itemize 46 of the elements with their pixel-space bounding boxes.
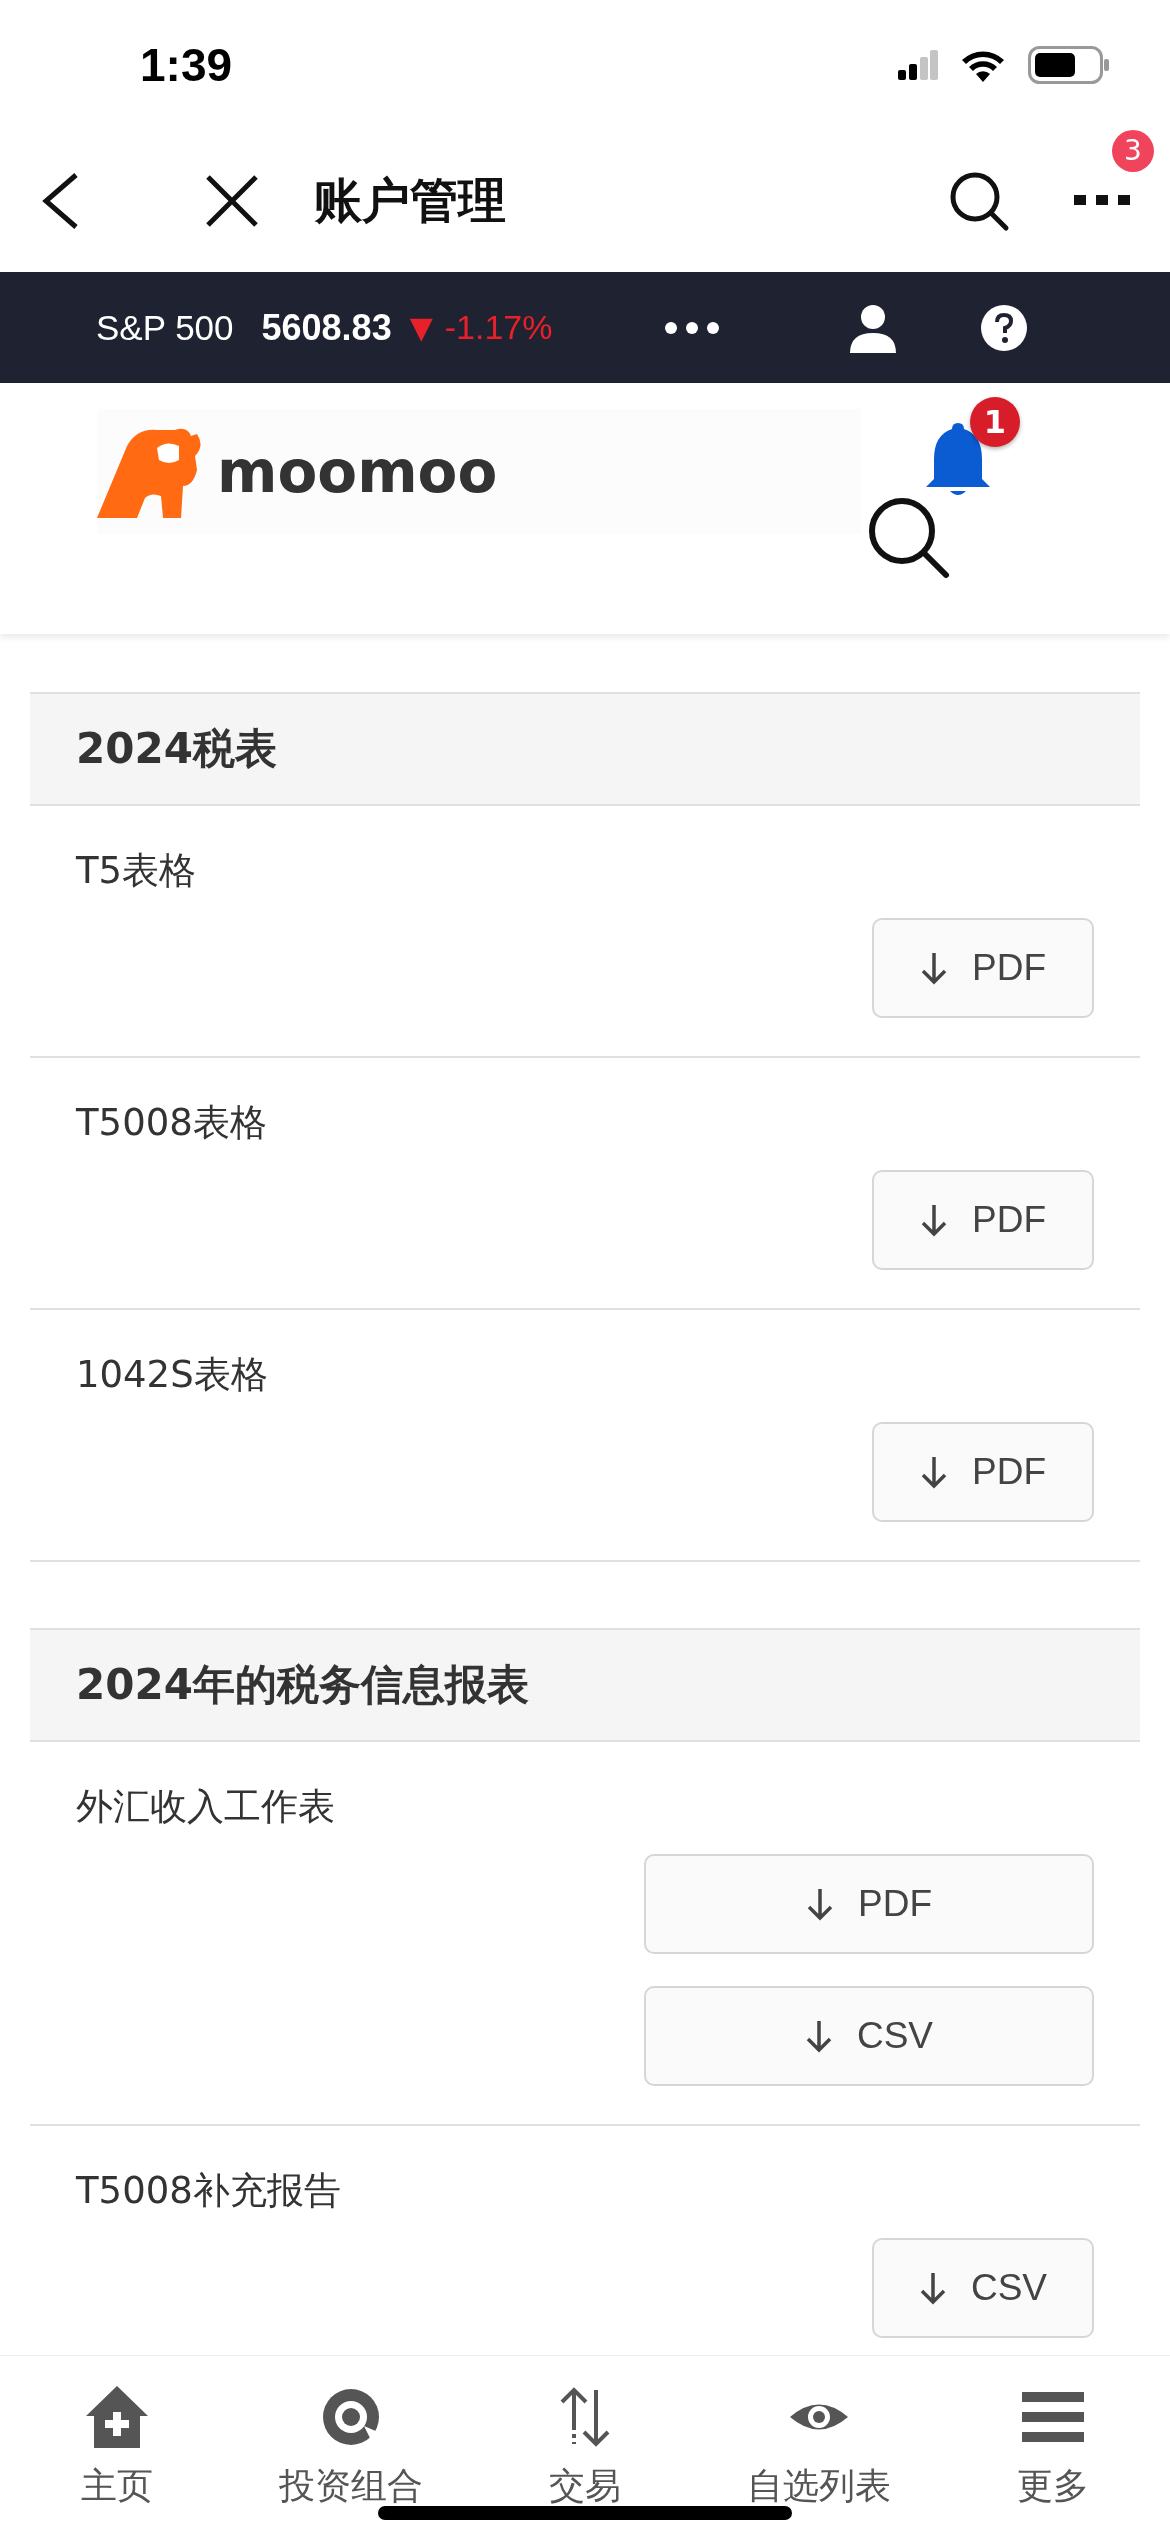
tab-item[interactable]: 投资组合 — [234, 2386, 468, 2532]
index-name: S&P 500 — [96, 307, 234, 348]
page-title: 账户管理 — [314, 171, 506, 230]
download-icon — [806, 1887, 834, 1921]
search-icon[interactable] — [866, 495, 952, 581]
document-label: T5008补充报告 — [76, 2168, 342, 2214]
wifi-icon — [960, 48, 1006, 82]
change-arrow: ▼ — [409, 310, 433, 345]
battery-icon — [1028, 46, 1110, 84]
back-icon[interactable] — [40, 172, 80, 230]
search-icon[interactable] — [948, 170, 1010, 232]
download-button[interactable]: CSV — [872, 2238, 1094, 2338]
download-button[interactable]: PDF — [872, 1422, 1094, 1522]
download-button[interactable]: PDF — [644, 1854, 1094, 1954]
portfolio-icon — [320, 2386, 382, 2448]
download-icon — [804, 2019, 833, 2053]
document-label: 外汇收入工作表 — [76, 1784, 336, 1830]
tab-item[interactable]: 更多 — [936, 2386, 1170, 2532]
more-icon[interactable] — [664, 320, 721, 335]
download-button[interactable]: PDF — [872, 918, 1094, 1018]
index-change: -1.17% — [444, 308, 553, 347]
close-icon[interactable] — [205, 174, 259, 228]
download-button[interactable]: CSV — [644, 1986, 1094, 2086]
document-label: T5008表格 — [76, 1100, 268, 1146]
section-title: 2024年的税务信息报表 — [76, 1659, 529, 1711]
logo-text: moomoo — [217, 437, 498, 506]
tab-item[interactable]: 自选列表 — [702, 2386, 936, 2532]
download-icon — [920, 1455, 948, 1489]
index-value: 5608.83 — [261, 306, 392, 349]
notification-badge: 1 — [970, 397, 1020, 447]
notification-badge: 3 — [1112, 129, 1154, 172]
download-icon — [920, 1203, 948, 1237]
section-title: 2024税表 — [76, 723, 277, 775]
document-label: 1042S表格 — [76, 1352, 269, 1398]
home-icon — [86, 2386, 148, 2448]
more-icon[interactable] — [1074, 192, 1130, 207]
tab-item[interactable]: 交易 — [468, 2386, 702, 2532]
status-time: 1:39 — [140, 38, 233, 92]
download-icon — [918, 2271, 947, 2305]
help-icon[interactable] — [980, 303, 1029, 352]
document-label: T5表格 — [76, 848, 198, 894]
user-icon[interactable] — [848, 302, 899, 353]
signal-icon — [898, 50, 938, 80]
download-button[interactable]: PDF — [872, 1170, 1094, 1270]
download-icon — [920, 951, 948, 985]
tab-item[interactable]: 主页 — [0, 2386, 234, 2532]
